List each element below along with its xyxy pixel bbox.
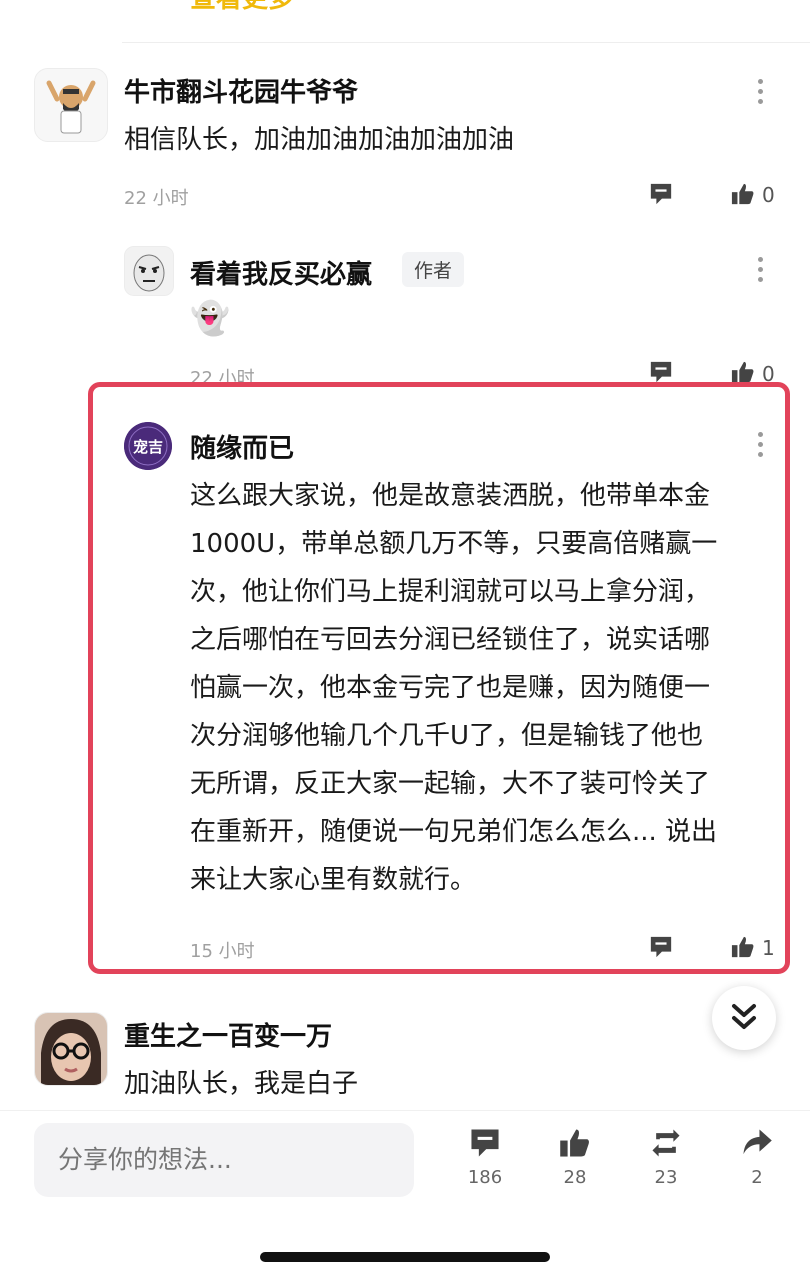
comments-button[interactable]: 186 <box>455 1127 515 1188</box>
comment-author[interactable]: 牛市翻斗花园牛爷爷 <box>124 72 358 109</box>
like-button[interactable]: 28 <box>545 1127 605 1188</box>
avatar[interactable] <box>124 246 174 296</box>
thumbs-up-icon[interactable] <box>730 935 756 959</box>
avatar[interactable] <box>34 68 108 142</box>
more-icon[interactable] <box>757 257 763 287</box>
double-chevron-down-icon <box>732 1004 756 1029</box>
view-more-link[interactable]: 查看更多 <box>190 0 294 15</box>
comment-time: 22 小时 <box>124 188 189 209</box>
like-count: 0 <box>762 183 775 207</box>
repost-icon <box>652 1129 680 1157</box>
comment-icon[interactable] <box>648 360 674 384</box>
comment-input[interactable] <box>34 1123 414 1197</box>
comments-count: 186 <box>467 1167 503 1188</box>
reply-text: 👻 <box>190 299 230 337</box>
likes-count: 28 <box>563 1167 587 1188</box>
more-icon[interactable] <box>757 432 763 462</box>
share-icon <box>743 1129 772 1155</box>
reply-text: 这么跟大家说，他是故意装洒脱，他带单本金 1000U，带单总额几万不等，只要高倍… <box>190 481 718 895</box>
author-badge: 作者 <box>402 252 465 287</box>
thumbs-up-icon[interactable] <box>730 182 756 206</box>
share-button[interactable]: 2 <box>727 1127 787 1188</box>
thumbs-up-icon <box>560 1129 589 1157</box>
avatar[interactable] <box>34 1012 108 1086</box>
scroll-down-button[interactable] <box>712 986 776 1050</box>
home-indicator[interactable] <box>260 1252 550 1262</box>
comment-text: 加油队长，我是白子 <box>124 1069 359 1099</box>
comment-icon[interactable] <box>648 182 674 206</box>
reply-time: 15 小时 <box>190 941 255 962</box>
divider <box>122 42 810 43</box>
comment-text: 相信队长，加油加油加油加油加油 <box>124 125 515 155</box>
avatar-logo-text: 宠吉 <box>133 438 163 456</box>
like-count: 1 <box>762 936 775 960</box>
reply-author[interactable]: 看着我反买必赢 <box>190 254 372 291</box>
reply-author[interactable]: 随缘而已 <box>190 428 294 465</box>
comment-icon <box>471 1129 499 1157</box>
reposts-count: 23 <box>654 1167 678 1188</box>
avatar[interactable]: 宠吉 <box>124 422 172 470</box>
comment-author[interactable]: 重生之一百变一万 <box>124 1016 332 1053</box>
comment-icon[interactable] <box>648 935 674 959</box>
shares-count: 2 <box>751 1167 763 1188</box>
more-icon[interactable] <box>757 79 763 109</box>
repost-button[interactable]: 23 <box>636 1127 696 1188</box>
thumbs-up-icon[interactable] <box>730 360 756 384</box>
